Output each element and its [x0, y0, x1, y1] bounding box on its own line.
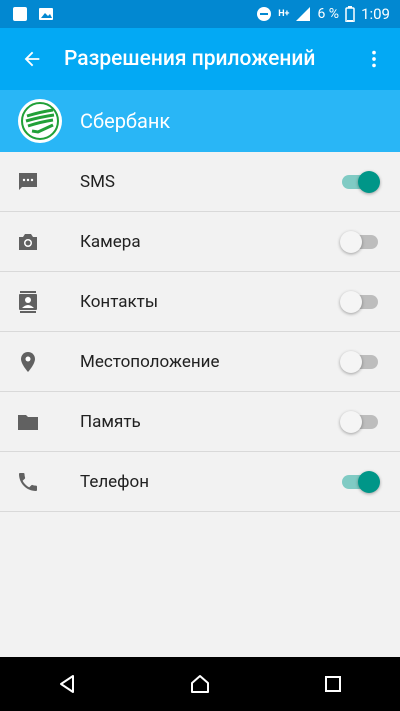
toggle-switch[interactable]	[340, 350, 378, 373]
permission-row-contacts[interactable]: Контакты	[0, 272, 400, 332]
toggle-switch[interactable]	[342, 170, 380, 193]
overflow-menu-button[interactable]	[356, 41, 392, 77]
more-vert-icon	[372, 50, 376, 68]
permission-label: SMS	[80, 171, 116, 192]
signal-icon	[296, 7, 311, 21]
dnd-icon	[257, 7, 272, 21]
permission-row-storage[interactable]: Память	[0, 392, 400, 452]
battery-percent: 6 %	[317, 6, 340, 22]
toggle-thumb	[340, 230, 362, 253]
notification-icon	[13, 7, 27, 21]
toggle-thumb	[358, 170, 380, 193]
sberbank-logo-mark	[21, 102, 59, 140]
back-button[interactable]	[14, 41, 50, 77]
network-type: H+	[278, 9, 290, 19]
permissions-list: SMS Камера Контакты Местоположение Памят…	[0, 152, 400, 512]
permission-label: Телефон	[80, 471, 150, 492]
permission-label: Камера	[80, 231, 141, 252]
toggle-thumb	[340, 290, 362, 313]
image-icon	[39, 8, 53, 20]
toggle-thumb	[340, 410, 362, 433]
back-arrow-icon	[24, 51, 40, 67]
back-triangle-icon	[59, 675, 74, 693]
sms-icon	[16, 170, 40, 194]
app-bar: Разрешения приложений	[0, 28, 400, 90]
sberbank-logo-icon	[18, 99, 62, 143]
navigation-bar	[0, 657, 400, 711]
folder-icon	[16, 410, 40, 434]
toggle-switch[interactable]	[342, 470, 380, 493]
toggle-thumb	[358, 470, 380, 493]
nav-back-button[interactable]	[43, 660, 91, 708]
permission-row-sms[interactable]: SMS	[0, 152, 400, 212]
nav-home-button[interactable]	[176, 660, 224, 708]
permission-row-phone[interactable]: Телефон	[0, 452, 400, 512]
toggle-switch[interactable]	[340, 290, 378, 313]
status-right: H+ 6 % 1:09	[256, 5, 390, 23]
clock: 1:09	[361, 5, 390, 23]
recents-square-icon	[325, 676, 342, 692]
permission-row-camera[interactable]: Камера	[0, 212, 400, 272]
page-title: Разрешения приложений	[64, 47, 316, 71]
permission-label: Память	[80, 411, 141, 432]
camera-icon	[16, 230, 40, 254]
toggle-switch[interactable]	[340, 230, 378, 253]
app-header: Сбербанк	[0, 90, 400, 152]
phone-icon	[16, 470, 40, 494]
toggle-thumb	[340, 350, 362, 373]
permission-row-location[interactable]: Местоположение	[0, 332, 400, 392]
status-bar: H+ 6 % 1:09	[0, 0, 400, 28]
home-icon	[190, 675, 209, 693]
location-icon	[16, 350, 40, 374]
nav-recents-button[interactable]	[309, 660, 357, 708]
contacts-icon	[16, 290, 40, 314]
permission-label: Местоположение	[80, 351, 220, 372]
permission-label: Контакты	[80, 291, 159, 312]
toggle-switch[interactable]	[340, 410, 378, 433]
battery-icon	[345, 6, 355, 22]
status-left	[12, 6, 54, 22]
app-name: Сбербанк	[80, 109, 171, 133]
